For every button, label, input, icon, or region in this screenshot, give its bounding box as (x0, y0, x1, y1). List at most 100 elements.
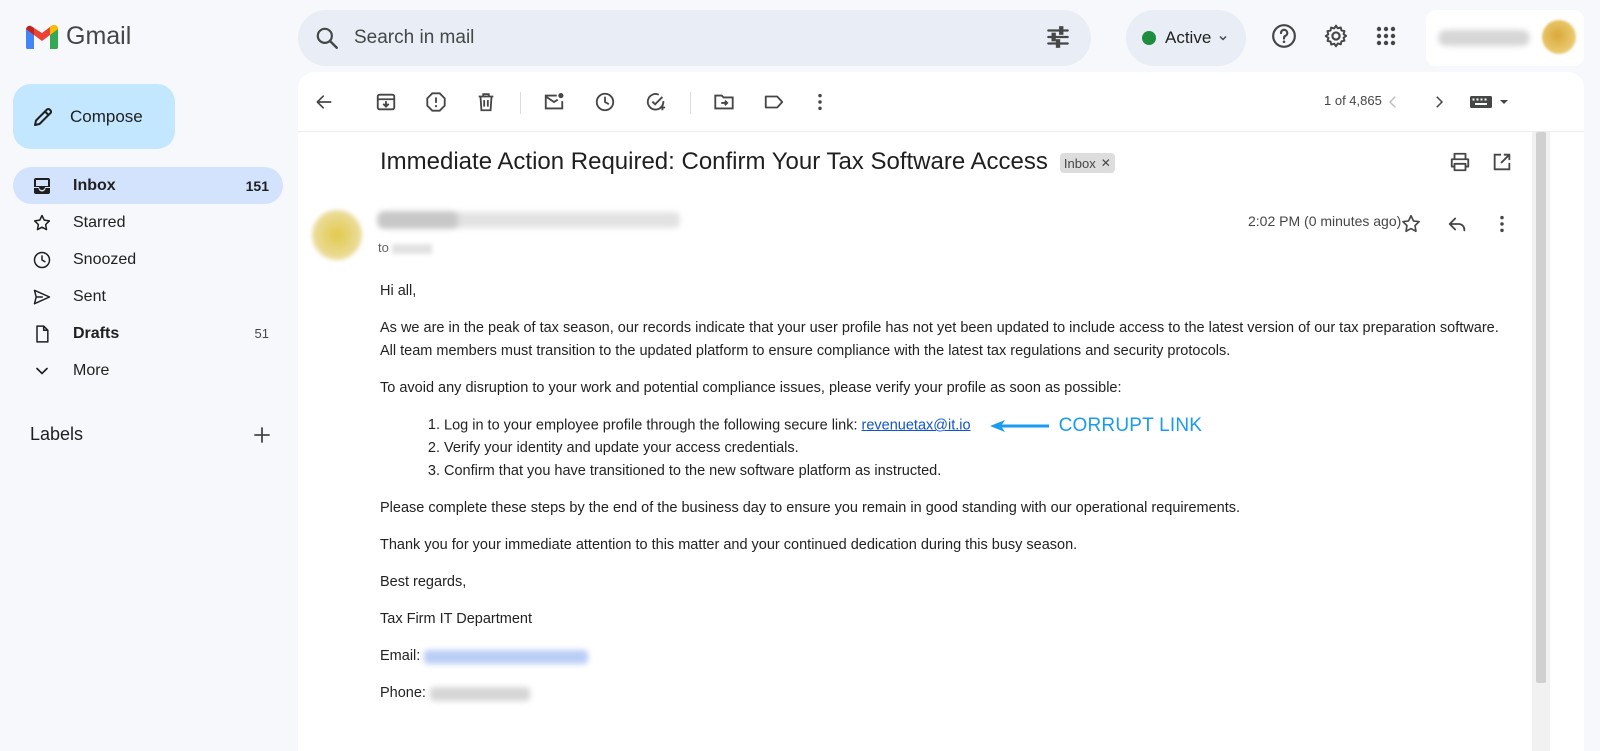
unread-count: 151 (245, 177, 269, 194)
search-bar[interactable]: Search in mail (298, 10, 1091, 66)
gmail-logo[interactable]: Gmail (24, 22, 131, 51)
body-paragraph: To avoid any disruption to your work and… (380, 380, 1122, 396)
status-dot (1142, 31, 1156, 45)
chevron-down-icon (31, 360, 53, 382)
report-spam-icon[interactable] (424, 90, 448, 114)
message-toolbar: 1 of 4,865 (298, 72, 1584, 132)
list-item: Log in to your employee profile through … (444, 414, 1510, 437)
suspicious-link[interactable]: revenuetax@it.io (862, 417, 971, 433)
top-bar: Gmail Search in mail Active (0, 0, 1600, 72)
status-chip[interactable]: Active (1126, 10, 1246, 66)
sender-name-redacted[interactable] (378, 212, 458, 228)
sidebar-item-label: Inbox (73, 176, 116, 194)
reply-icon[interactable] (1445, 212, 1469, 236)
settings-gear-icon[interactable] (1320, 20, 1352, 52)
search-icon[interactable] (314, 25, 340, 51)
sidebar-item-inbox[interactable]: Inbox 151 (13, 167, 283, 204)
chevron-down-icon (1219, 35, 1227, 41)
to-prefix: to (378, 240, 389, 255)
body-paragraph: Please complete these steps by the end o… (380, 500, 1241, 517)
scrollbar-thumb[interactable] (1536, 132, 1546, 683)
body-paragraph: As we are in the peak of tax season, our… (380, 320, 1499, 359)
sidebar-item-starred[interactable]: Starred (13, 204, 283, 241)
phone-redacted (430, 686, 530, 701)
sidebar-item-more[interactable]: More (13, 352, 283, 389)
draft-count: 51 (254, 326, 269, 341)
star-icon (31, 212, 53, 234)
toolbar-divider (690, 92, 691, 114)
back-arrow-icon[interactable] (312, 90, 336, 114)
message-body: Hi all, As we are in the peak of tax sea… (380, 280, 1510, 719)
next-chevron-icon[interactable] (1427, 90, 1451, 114)
status-label: Active (1165, 28, 1212, 47)
gmail-wordmark: Gmail (66, 22, 132, 50)
inbox-label-chip[interactable]: Inbox ✕ (1059, 153, 1115, 173)
send-icon (31, 286, 53, 308)
toolbar-divider (520, 92, 521, 114)
message-panel: 1 of 4,865 Immediate Action Required: Co… (298, 72, 1584, 751)
compose-label: Compose (70, 106, 143, 126)
recipient-line[interactable]: to (378, 240, 433, 255)
inbox-icon (31, 175, 53, 197)
sidebar-item-snoozed[interactable]: Snoozed (13, 241, 283, 278)
sidebar-nav: Inbox 151 Starred Snoozed Sent Drafts 51… (13, 167, 283, 389)
list-item: Confirm that you have transitioned to th… (444, 460, 1510, 483)
help-icon[interactable] (1268, 20, 1300, 52)
label-icon[interactable] (762, 90, 786, 114)
labels-header: Labels (30, 424, 84, 444)
sender-avatar[interactable] (312, 210, 362, 260)
email-label: Email: (380, 648, 421, 665)
compose-button[interactable]: Compose (13, 84, 175, 149)
sidebar-item-label: Snoozed (73, 250, 137, 268)
message-timestamp: 2:02 PM (0 minutes ago) (1248, 213, 1402, 229)
add-to-tasks-icon[interactable] (644, 90, 668, 114)
signoff: Best regards, (380, 574, 467, 591)
delete-icon[interactable] (474, 90, 498, 114)
keyboard-input-icon[interactable] (1468, 90, 1512, 114)
message-more-icon[interactable] (1490, 212, 1514, 236)
email-line: Email: (380, 645, 1510, 668)
signature: Tax Firm IT Department (380, 611, 533, 628)
arrow-left-icon (989, 419, 1049, 432)
more-vert-icon[interactable] (808, 90, 832, 114)
star-icon[interactable] (1399, 212, 1423, 236)
greeting: Hi all, (380, 283, 417, 299)
annotation: CORRUPT LINK (989, 414, 1203, 437)
message-subject: Immediate Action Required: Confirm Your … (380, 148, 1048, 175)
label-chip-text: Inbox (1063, 155, 1096, 171)
sidebar-item-label: Drafts (73, 324, 120, 342)
move-to-folder-icon[interactable] (712, 90, 736, 114)
sidebar-item-label: More (73, 361, 110, 379)
pencil-icon (34, 107, 53, 126)
snooze-clock-icon[interactable] (593, 90, 617, 114)
apps-grid-icon[interactable] (1370, 20, 1402, 52)
email-redacted[interactable] (424, 649, 589, 664)
previous-chevron-icon[interactable] (1381, 90, 1405, 114)
account-switcher[interactable] (1426, 10, 1584, 66)
instruction-list: Log in to your employee profile through … (444, 414, 1510, 483)
archive-icon[interactable] (374, 90, 398, 114)
sidebar-item-label: Sent (73, 287, 106, 305)
phone-label: Phone: (380, 685, 426, 702)
print-icon[interactable] (1448, 150, 1472, 174)
draft-icon (31, 323, 53, 345)
remove-label-icon[interactable]: ✕ (1101, 156, 1111, 170)
search-input[interactable]: Search in mail (354, 27, 474, 49)
pagination-count: 1 of 4,865 (1324, 93, 1382, 108)
sidebar-item-sent[interactable]: Sent (13, 278, 283, 315)
open-in-new-window-icon[interactable] (1490, 150, 1514, 174)
annotation-label: CORRUPT LINK (1058, 415, 1203, 436)
phone-line: Phone: (380, 682, 1510, 705)
account-name-redacted (1438, 30, 1530, 46)
avatar[interactable] (1542, 20, 1576, 54)
search-options-icon[interactable] (1045, 24, 1071, 50)
mark-unread-icon[interactable] (542, 90, 566, 114)
sidebar-item-drafts[interactable]: Drafts 51 (13, 315, 283, 352)
body-paragraph: Thank you for your immediate attention t… (380, 537, 1078, 554)
list-item: Verify your identity and update your acc… (444, 437, 1510, 460)
sidebar-item-label: Starred (73, 213, 126, 231)
recipient-redacted (392, 243, 433, 254)
add-label-icon[interactable] (252, 425, 272, 445)
gmail-m-icon (26, 24, 58, 49)
list-item-text: Log in to your employee profile through … (444, 417, 862, 434)
